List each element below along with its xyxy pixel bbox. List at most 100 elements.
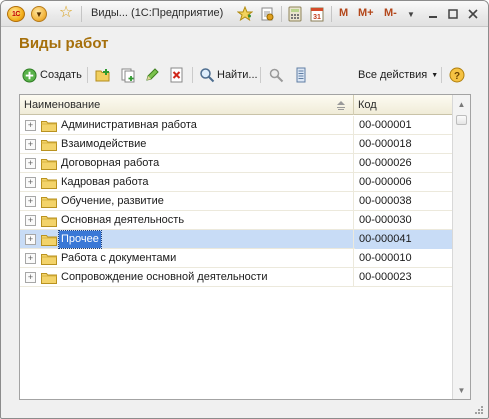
table-row[interactable]: + Договорная работа 00-000026 xyxy=(20,154,452,173)
name-cell[interactable]: + Взаимодействие xyxy=(20,135,354,154)
table-row[interactable]: + Обучение, развитие 00-000038 xyxy=(20,192,452,211)
divider xyxy=(331,6,332,22)
column-header-code[interactable]: Код xyxy=(354,95,452,115)
list-settings-button[interactable] xyxy=(293,65,309,85)
expand-toggle-icon[interactable]: + xyxy=(25,272,36,283)
copy-button[interactable] xyxy=(120,65,136,85)
name-cell[interactable]: + Основная деятельность xyxy=(20,211,354,230)
code-cell[interactable]: 00-000023 xyxy=(355,268,452,287)
name-cell[interactable]: + Обучение, развитие xyxy=(20,192,354,211)
resize-grip-icon[interactable] xyxy=(474,405,484,415)
row-name-label: Прочее xyxy=(58,230,102,249)
search-icon xyxy=(199,67,215,83)
code-cell[interactable]: 00-000006 xyxy=(355,173,452,192)
code-cell[interactable]: 00-000010 xyxy=(355,249,452,268)
app-logo-icon[interactable]: 1С xyxy=(7,6,25,22)
table-row[interactable]: + Административная работа 00-000001 xyxy=(20,116,452,135)
code-cell[interactable]: 00-000041 xyxy=(355,230,452,249)
memory-m-button[interactable]: M xyxy=(339,7,348,19)
divider xyxy=(260,67,261,83)
folder-icon xyxy=(41,273,57,284)
name-cell[interactable]: + Прочее xyxy=(20,230,354,249)
memory-plus-button[interactable]: M+ xyxy=(358,7,374,19)
scroll-up-button[interactable]: ▲ xyxy=(453,95,470,113)
expand-toggle-icon[interactable]: + xyxy=(25,158,36,169)
cancel-search-button[interactable] xyxy=(268,65,284,85)
form-toolbar: Создать Найти... Все действия ▼ ? xyxy=(19,63,473,87)
calendar-icon[interactable]: 31 xyxy=(309,6,325,22)
memory-minus-button[interactable]: M- xyxy=(384,7,397,19)
name-cell[interactable]: + Сопровождение основной деятельности xyxy=(20,268,354,287)
row-name-label: Договорная работа xyxy=(61,157,160,169)
name-cell[interactable]: + Административная работа xyxy=(20,116,354,135)
folder-icon xyxy=(41,140,57,151)
folder-icon xyxy=(41,178,57,189)
expand-toggle-icon[interactable]: + xyxy=(25,215,36,226)
row-name-label: Административная работа xyxy=(61,119,197,131)
add-to-favorites-icon[interactable] xyxy=(237,6,253,22)
all-actions-menu[interactable]: Все действия ▼ xyxy=(358,65,438,85)
link-icon[interactable] xyxy=(259,6,275,22)
expand-toggle-icon[interactable]: + xyxy=(25,139,36,150)
table-row[interactable]: + Работа с документами 00-000010 xyxy=(20,249,452,268)
folder-icon xyxy=(41,159,57,170)
scroll-down-button[interactable]: ▼ xyxy=(453,381,470,399)
expand-toggle-icon[interactable]: + xyxy=(25,196,36,207)
row-name-label: Работа с документами xyxy=(61,252,177,264)
page-title: Виды работ xyxy=(19,35,109,52)
create-folder-button[interactable] xyxy=(95,65,111,85)
code-cell[interactable]: 00-000026 xyxy=(355,154,452,173)
divider xyxy=(87,67,88,83)
code-cell[interactable]: 00-000038 xyxy=(355,192,452,211)
divider xyxy=(192,67,193,83)
edit-button[interactable] xyxy=(144,65,160,85)
help-button[interactable]: ? xyxy=(449,65,465,85)
close-button[interactable] xyxy=(464,5,482,23)
minimize-button[interactable] xyxy=(424,5,442,23)
column-header-name[interactable]: Наименование xyxy=(20,95,354,115)
expand-toggle-icon[interactable]: + xyxy=(25,177,36,188)
expand-toggle-icon[interactable]: + xyxy=(25,234,36,245)
expand-toggle-icon[interactable]: + xyxy=(25,253,36,264)
table-row[interactable]: + Кадровая работа 00-000006 xyxy=(20,173,452,192)
table-row[interactable]: + Основная деятельность 00-000030 xyxy=(20,211,452,230)
code-cell[interactable]: 00-000030 xyxy=(355,211,452,230)
name-cell[interactable]: + Договорная работа xyxy=(20,154,354,173)
name-cell[interactable]: + Кадровая работа xyxy=(20,173,354,192)
chevron-down-icon: ▼ xyxy=(35,9,43,19)
create-label: Создать xyxy=(40,69,82,81)
create-button[interactable]: Создать xyxy=(21,65,82,85)
scroll-thumb[interactable] xyxy=(456,115,467,125)
table-row[interactable]: + Прочее 00-000041 xyxy=(20,230,452,249)
row-name-label: Сопровождение основной деятельности xyxy=(61,271,268,283)
work-types-table[interactable]: Наименование Код + Административная работ… xyxy=(19,94,471,400)
list-icon xyxy=(293,67,309,83)
vertical-scrollbar[interactable]: ▲ ▼ xyxy=(452,95,470,399)
name-cell[interactable]: + Работа с документами xyxy=(20,249,354,268)
main-menu-button[interactable]: ▼ xyxy=(31,6,47,22)
expand-toggle-icon[interactable]: + xyxy=(25,120,36,131)
folder-icon xyxy=(41,197,57,208)
row-name-label: Взаимодействие xyxy=(61,138,147,150)
calculator-icon[interactable] xyxy=(287,6,303,22)
app-window: 1С ▼ ☆ Виды... (1С:Предприятие) 31 M M+ … xyxy=(0,0,489,419)
divider xyxy=(281,6,282,22)
code-cell[interactable]: 00-000018 xyxy=(355,135,452,154)
table-row[interactable]: + Сопровождение основной деятельности 00-0… xyxy=(20,268,452,287)
find-button[interactable]: Найти... xyxy=(199,65,258,85)
code-cell[interactable]: 00-000001 xyxy=(355,116,452,135)
maximize-button[interactable] xyxy=(444,5,462,23)
sort-ascending-icon xyxy=(337,101,345,110)
svg-text:31: 31 xyxy=(313,14,321,21)
delete-button[interactable] xyxy=(169,65,185,85)
favorites-star-icon[interactable]: ☆ xyxy=(57,4,75,22)
table-body: + Административная работа 00-000001 + Взаимо… xyxy=(20,116,452,287)
table-row[interactable]: + Взаимодействие 00-000018 xyxy=(20,135,452,154)
help-icon: ? xyxy=(449,67,465,83)
folder-icon xyxy=(41,121,57,132)
folder-add-icon xyxy=(95,67,111,83)
row-name-label: Обучение, развитие xyxy=(61,195,164,207)
svg-text:?: ? xyxy=(454,71,460,82)
dropdown-chevron-icon[interactable]: ▼ xyxy=(402,5,420,23)
delete-mark-icon xyxy=(169,67,185,83)
